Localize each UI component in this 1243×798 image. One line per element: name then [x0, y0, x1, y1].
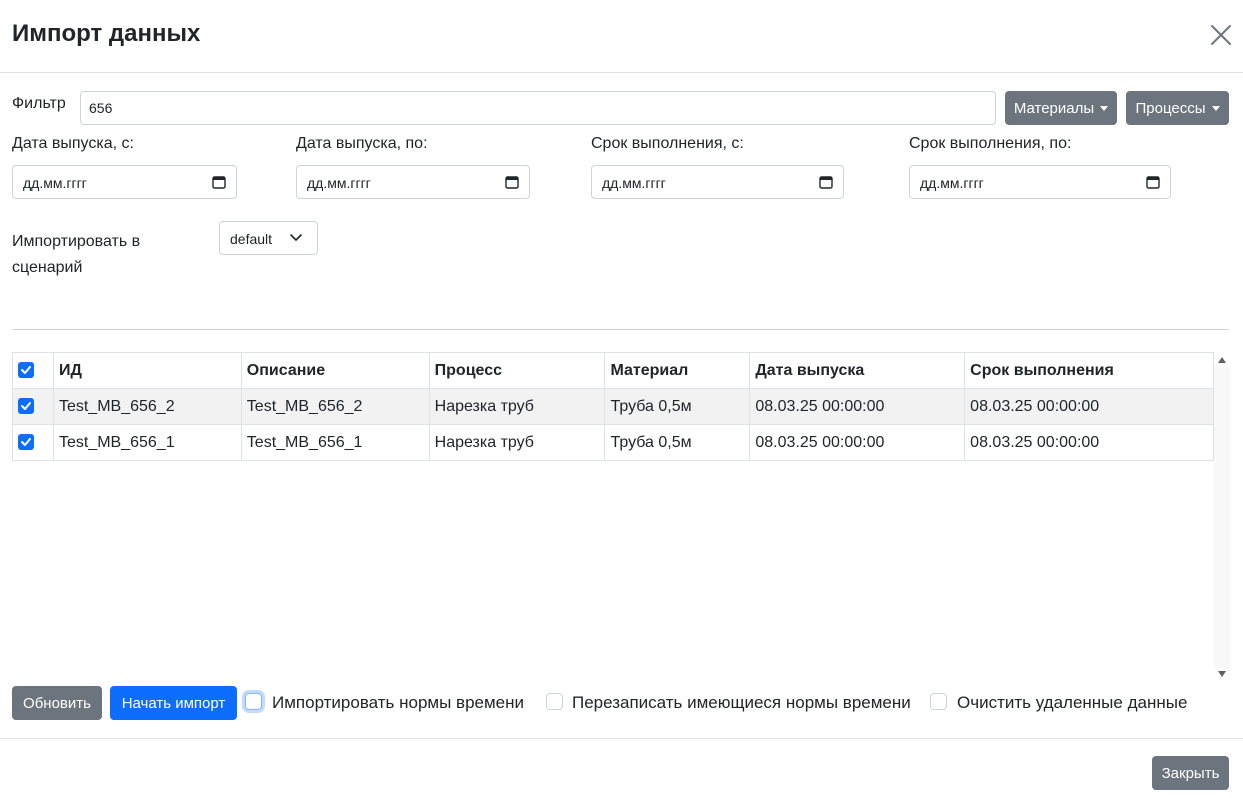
import-norms-checkbox[interactable]	[245, 693, 262, 710]
start-import-button[interactable]: Начать импорт	[110, 686, 237, 720]
scenario-label-line1: Импортировать в	[12, 233, 141, 250]
release-to-label: Дата выпуска, по:	[296, 135, 428, 152]
scenario-label-line2: сценарий	[12, 259, 83, 276]
due-from-label: Срок выполнения, с:	[591, 135, 744, 152]
processes-button-label: Процессы	[1135, 99, 1206, 117]
scenario-selected-value: default	[230, 231, 273, 247]
row-checkbox[interactable]	[18, 434, 34, 451]
select-all-checkbox[interactable]	[18, 362, 34, 379]
cell-description: Test_MB_656_1	[240, 424, 430, 461]
chevron-down-icon	[290, 234, 302, 241]
calendar-icon[interactable]	[819, 175, 833, 189]
clear-deleted-checkbox[interactable]	[930, 693, 947, 710]
column-header-description[interactable]: Описание	[240, 352, 430, 389]
close-button[interactable]: Закрыть	[1152, 756, 1229, 790]
date-placeholder: дд.мм.гггг	[23, 175, 87, 191]
modal-header: Импорт данных	[0, 0, 1243, 73]
row-select-cell	[12, 388, 54, 425]
scroll-up-arrow-icon[interactable]	[1217, 356, 1227, 364]
cell-due-date: 08.03.25 00:00:00	[964, 388, 1214, 425]
due-to-input[interactable]: дд.мм.гггг	[909, 165, 1171, 199]
column-header-process[interactable]: Процесс	[428, 352, 606, 389]
materials-button-label: Материалы	[1013, 99, 1095, 117]
column-header-release-date[interactable]: Дата выпуска	[749, 352, 966, 389]
cell-id: Test_MB_656_2	[52, 388, 242, 425]
table-header-row: ИД Описание Процесс Материал Дата выпуск…	[12, 352, 1214, 389]
check-icon	[21, 366, 31, 375]
due-from-input[interactable]: дд.мм.гггг	[591, 165, 844, 199]
select-all-cell	[12, 352, 54, 389]
date-placeholder: дд.мм.гггг	[307, 175, 371, 191]
table-row[interactable]: Test_MB_656_2 Test_MB_656_2 Нарезка труб…	[12, 388, 1214, 425]
import-norms-label[interactable]: Импортировать нормы времени	[272, 693, 524, 713]
cell-release-date: 08.03.25 00:00:00	[749, 424, 966, 461]
release-from-input[interactable]: дд.мм.гггг	[12, 165, 237, 199]
cell-process: Нарезка труб	[428, 424, 606, 461]
date-placeholder: дд.мм.гггг	[920, 175, 984, 191]
cell-material: Труба 0,5м	[604, 388, 751, 425]
dialog-title: Импорт данных	[12, 20, 201, 47]
refresh-button[interactable]: Обновить	[12, 686, 102, 720]
caret-down-icon	[1100, 105, 1109, 111]
table-row[interactable]: Test_MB_656_1 Test_MB_656_1 Нарезка труб…	[12, 424, 1214, 461]
cell-due-date: 08.03.25 00:00:00	[964, 424, 1214, 461]
column-header-due-date[interactable]: Срок выполнения	[964, 352, 1214, 389]
due-to-label: Срок выполнения, по:	[909, 135, 1072, 152]
overwrite-norms-label[interactable]: Перезаписать имеющиеся нормы времени	[572, 693, 911, 713]
modal-footer-divider	[0, 738, 1243, 739]
materials-dropdown-button[interactable]: Материалы	[1005, 91, 1117, 125]
release-to-input[interactable]: дд.мм.гггг	[296, 165, 530, 199]
processes-dropdown-button[interactable]: Процессы	[1126, 91, 1229, 125]
cell-process: Нарезка труб	[428, 388, 606, 425]
scenario-select[interactable]: default	[219, 221, 318, 255]
row-checkbox[interactable]	[18, 398, 34, 415]
cell-material: Труба 0,5м	[604, 424, 751, 461]
calendar-icon[interactable]	[212, 175, 226, 189]
table-scrollbar[interactable]	[1214, 366, 1230, 668]
section-divider	[12, 329, 1229, 330]
release-from-label: Дата выпуска, с:	[12, 135, 134, 152]
caret-down-icon	[1211, 105, 1220, 111]
date-placeholder: дд.мм.гггг	[602, 175, 666, 191]
filter-input[interactable]	[80, 91, 996, 125]
scroll-down-arrow-icon[interactable]	[1217, 670, 1227, 678]
check-icon	[21, 402, 31, 411]
cell-release-date: 08.03.25 00:00:00	[749, 388, 966, 425]
cell-description: Test_MB_656_2	[240, 388, 430, 425]
filter-label: Фильтр	[12, 95, 66, 112]
column-header-id[interactable]: ИД	[52, 352, 242, 389]
overwrite-norms-checkbox[interactable]	[546, 693, 563, 710]
clear-deleted-label[interactable]: Очистить удаленные данные	[957, 693, 1187, 713]
calendar-icon[interactable]	[1146, 175, 1160, 189]
column-header-material[interactable]: Материал	[604, 352, 751, 389]
close-icon[interactable]	[1206, 20, 1236, 50]
check-icon	[21, 438, 31, 447]
cell-id: Test_MB_656_1	[52, 424, 242, 461]
calendar-icon[interactable]	[505, 175, 519, 189]
row-select-cell	[12, 424, 54, 461]
import-table: ИД Описание Процесс Материал Дата выпуск…	[12, 352, 1214, 461]
